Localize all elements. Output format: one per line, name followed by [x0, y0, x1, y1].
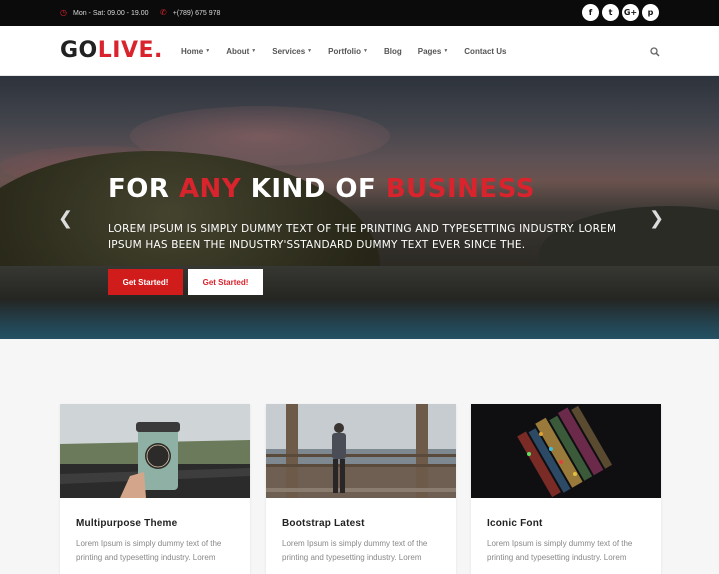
main-nav: Home ▼ About ▼ Services ▼ Portfolio ▼ Blog P…: [181, 26, 523, 76]
nav-item-home[interactable]: Home ▼: [181, 47, 210, 56]
hero-title: FOR ANY KIND OF BUSINESS: [108, 174, 535, 204]
caret-down-icon: ▼: [363, 48, 368, 54]
card-title: Iconic Font: [487, 518, 543, 529]
opening-hours: ◷ Mon - Sat: 09.00 - 19.00: [60, 0, 148, 26]
caret-down-icon: ▼: [307, 48, 313, 54]
slider-prev-icon[interactable]: ❮: [58, 210, 73, 228]
card-text: Lorem Ipsum is simply dummy text of the …: [76, 539, 222, 562]
caret-down-icon: ▼: [443, 48, 449, 54]
phone-number[interactable]: +(789) 675 978: [173, 10, 221, 17]
google-plus-icon[interactable]: G+: [622, 4, 639, 21]
feature-card: Iconic Font Lorem Ipsum is simply dummy …: [471, 404, 661, 574]
hero-title-highlight: ANY: [178, 174, 242, 204]
nav-label: About: [226, 46, 250, 56]
pinterest-icon[interactable]: p: [642, 4, 659, 21]
nav-label: Contact Us: [464, 46, 507, 56]
get-started-secondary-button[interactable]: Get Started!: [188, 269, 263, 295]
nav-item-pages[interactable]: Pages ▼: [418, 47, 449, 56]
get-started-button[interactable]: Get Started!: [108, 269, 183, 295]
nav-item-services[interactable]: Services ▼: [272, 47, 312, 56]
card-image-books: [471, 404, 661, 498]
card-text: Lorem Ipsum is simply dummy text of the …: [282, 539, 428, 562]
twitter-icon[interactable]: t: [602, 4, 619, 21]
logo-dot: .: [154, 38, 163, 63]
site-header: GOLIVE. Home ▼ About ▼ Services ▼ Portfolio…: [0, 26, 719, 76]
nav-label: Blog: [383, 46, 402, 56]
card-text: Lorem Ipsum is simply dummy text of the …: [487, 539, 633, 562]
nav-item-portfolio[interactable]: Portfolio ▼: [328, 47, 368, 56]
nav-item-blog[interactable]: Blog: [384, 47, 402, 56]
hero-subtitle: LOREM IPSUM IS SIMPLY DUMMY TEXT OF THE …: [108, 223, 617, 251]
phone-icon: ✆: [160, 8, 167, 17]
nav-item-contact[interactable]: Contact Us: [464, 47, 506, 56]
hero-slider: ❮ ❯ FOR ANY KIND OF BUSINESS LOREM IPSUM…: [0, 76, 719, 339]
hero-title-part: FOR: [108, 174, 179, 204]
feature-card: Bootstrap Latest Lorem Ipsum is simply d…: [266, 404, 456, 574]
phone-info: ✆ +(789) 675 978: [160, 0, 220, 26]
card-title: Multipurpose Theme: [76, 518, 178, 529]
nav-label: Pages: [417, 46, 442, 56]
clock-icon: ◷: [60, 8, 67, 17]
facebook-icon[interactable]: f: [582, 4, 599, 21]
nav-label: Home: [181, 46, 204, 56]
search-icon[interactable]: [649, 45, 661, 57]
social-links: f t G+ p: [582, 4, 659, 21]
hero-overlay: [0, 76, 719, 339]
feature-card: Multipurpose Theme Lorem Ipsum is simply…: [60, 404, 250, 574]
caret-down-icon: ▼: [205, 48, 211, 54]
hero-title-highlight: BUSINESS: [385, 174, 535, 204]
card-title: Bootstrap Latest: [282, 518, 365, 529]
top-bar: ◷ Mon - Sat: 09.00 - 19.00 ✆ +(789) 675 …: [0, 0, 719, 26]
hero-title-part: KIND OF: [241, 174, 386, 204]
logo-live: LIVE: [97, 38, 155, 63]
opening-hours-text: Mon - Sat: 09.00 - 19.00: [72, 9, 149, 17]
caret-down-icon: ▼: [251, 48, 257, 54]
site-logo[interactable]: GOLIVE.: [60, 38, 163, 64]
logo-go: GO: [60, 38, 98, 63]
nav-label: Portfolio: [328, 46, 362, 56]
slider-next-icon[interactable]: ❯: [649, 210, 664, 228]
nav-item-about[interactable]: About ▼: [226, 47, 256, 56]
nav-label: Services: [272, 46, 306, 56]
card-image-pier: [266, 404, 456, 498]
card-image-coffee: [60, 404, 250, 498]
